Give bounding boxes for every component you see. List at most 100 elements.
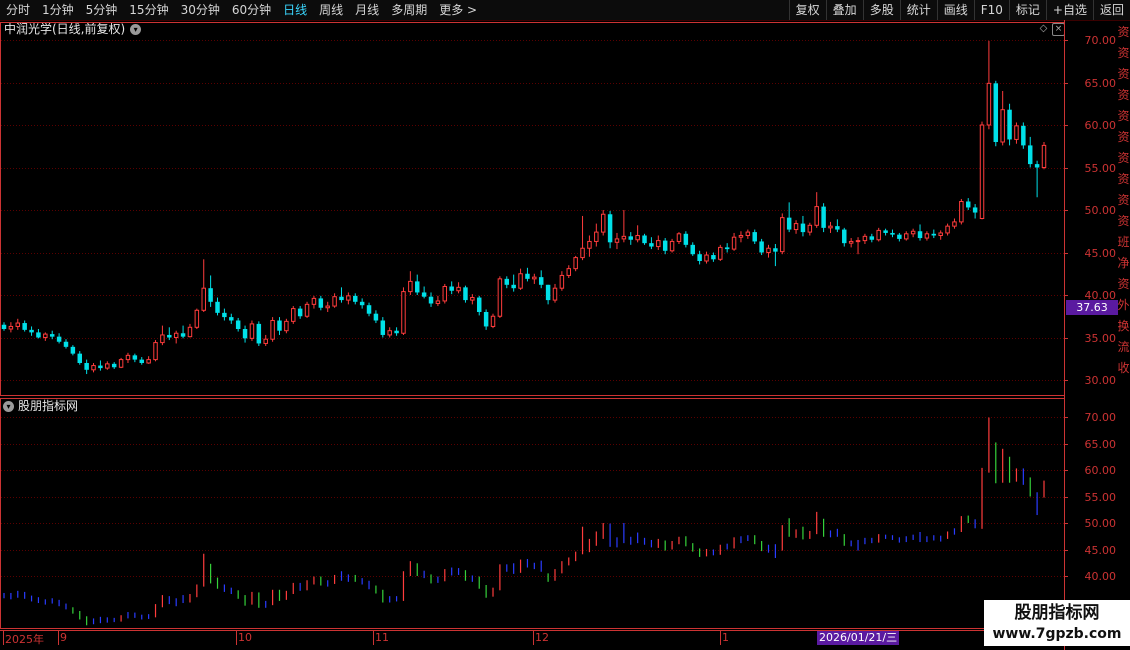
candle-body: [986, 82, 992, 126]
side-strip-item[interactable]: 资: [1117, 85, 1130, 106]
candle-body: [669, 240, 675, 252]
candle-body: [917, 231, 923, 239]
indicator-ytick-label: 65.00: [1084, 437, 1117, 451]
candle-body: [552, 287, 558, 301]
side-panel-strip[interactable]: 资资资资资资资资资资班净资外换流收: [1117, 22, 1130, 628]
candle-body: [325, 305, 330, 309]
candle-body: [910, 230, 916, 235]
candle-body: [297, 308, 303, 317]
main-ytick-label: 70.00: [1084, 33, 1117, 47]
candle-body: [724, 247, 730, 250]
candle-body: [842, 229, 847, 244]
candle-body: [111, 363, 117, 368]
candle-body: [780, 217, 785, 253]
side-strip-item[interactable]: 外: [1117, 295, 1130, 316]
candle-body: [835, 226, 840, 230]
candle-body: [304, 303, 310, 317]
candle-body: [470, 297, 475, 301]
candle-body: [263, 338, 268, 344]
side-strip-item[interactable]: 收: [1117, 358, 1130, 379]
candle-body: [353, 295, 358, 302]
candle-body: [105, 363, 110, 369]
candle-body: [270, 320, 275, 340]
candle-body: [752, 232, 757, 242]
candle-body: [876, 229, 881, 241]
candle-body: [36, 332, 41, 338]
side-strip-item[interactable]: 资: [1117, 64, 1130, 85]
candle-body: [766, 247, 771, 253]
candle-body: [511, 284, 516, 289]
candle-body: [167, 334, 172, 338]
candle-body: [676, 233, 682, 242]
side-strip-item[interactable]: 资: [1117, 169, 1130, 190]
candle-body: [318, 298, 324, 308]
candle-body: [208, 288, 213, 302]
candle-body: [690, 244, 695, 255]
side-strip-item[interactable]: 资: [1117, 127, 1130, 148]
candle-body: [229, 317, 234, 321]
side-strip-item[interactable]: 资: [1117, 274, 1130, 295]
candle-body: [993, 83, 999, 142]
candle-body: [683, 233, 689, 245]
candle-body: [125, 354, 131, 361]
main-ytick-label: 30.00: [1084, 373, 1117, 387]
candle-body: [821, 206, 826, 228]
candle-body: [497, 278, 503, 317]
main-panel-border: [0, 22, 1065, 396]
side-strip-item[interactable]: 资: [1117, 106, 1130, 127]
time-axis-label: 12: [535, 631, 549, 644]
candle-body: [139, 359, 144, 363]
indicator-ytick-label: 55.00: [1084, 490, 1117, 504]
watermark-title: 股朋指标网: [1014, 603, 1100, 623]
candle-body: [435, 300, 441, 305]
candle-body: [146, 359, 151, 364]
indicator-ytick-label: 45.00: [1084, 543, 1117, 557]
time-axis-label: 11: [375, 631, 389, 644]
candle-body: [284, 320, 289, 332]
candle-body: [256, 323, 262, 344]
candle-body: [711, 255, 716, 260]
candle-body: [91, 365, 96, 371]
candle-body: [525, 273, 530, 279]
candle-body: [22, 323, 27, 330]
candle-body: [421, 292, 427, 297]
side-strip-item[interactable]: 资: [1117, 22, 1130, 43]
kline-chart[interactable]: [0, 0, 1130, 650]
candle-body: [311, 297, 317, 305]
candle-body: [249, 323, 255, 339]
side-strip-item[interactable]: 资: [1117, 211, 1130, 232]
main-ytick-label: 60.00: [1084, 118, 1117, 132]
candle-body: [408, 280, 413, 293]
side-strip-item[interactable]: 流: [1117, 337, 1130, 358]
candle-body: [428, 296, 434, 304]
time-axis-label: 9: [60, 631, 67, 644]
side-strip-item[interactable]: 资: [1117, 148, 1130, 169]
candle-body: [580, 247, 585, 259]
candle-body: [84, 363, 89, 370]
candle-body: [614, 238, 620, 243]
watermark-url: www.7gpzb.com: [992, 626, 1122, 642]
candle-body: [215, 301, 220, 313]
candle-body: [291, 308, 296, 322]
candle-body: [828, 225, 833, 229]
indicator-ytick-label: 50.00: [1084, 516, 1117, 530]
candle-body: [1041, 144, 1047, 168]
candle-body: [883, 230, 888, 233]
candle-body: [807, 224, 813, 233]
side-strip-item[interactable]: 净: [1117, 253, 1130, 274]
side-strip-item[interactable]: 班: [1117, 232, 1130, 253]
time-axis-label: 1: [722, 631, 729, 644]
candle-body: [966, 201, 971, 208]
candle-body: [339, 296, 344, 301]
candle-body: [649, 243, 654, 247]
candle-body: [456, 286, 461, 292]
candle-body: [773, 248, 778, 252]
candle-body: [235, 320, 241, 329]
candle-body: [332, 296, 337, 307]
candle-body: [952, 221, 957, 227]
candle-body: [366, 305, 372, 314]
side-strip-item[interactable]: 资: [1117, 43, 1130, 64]
cursor-date-tag: 2026/01/21/三: [817, 631, 900, 645]
side-strip-item[interactable]: 资: [1117, 190, 1130, 211]
side-strip-item[interactable]: 换: [1117, 316, 1130, 337]
